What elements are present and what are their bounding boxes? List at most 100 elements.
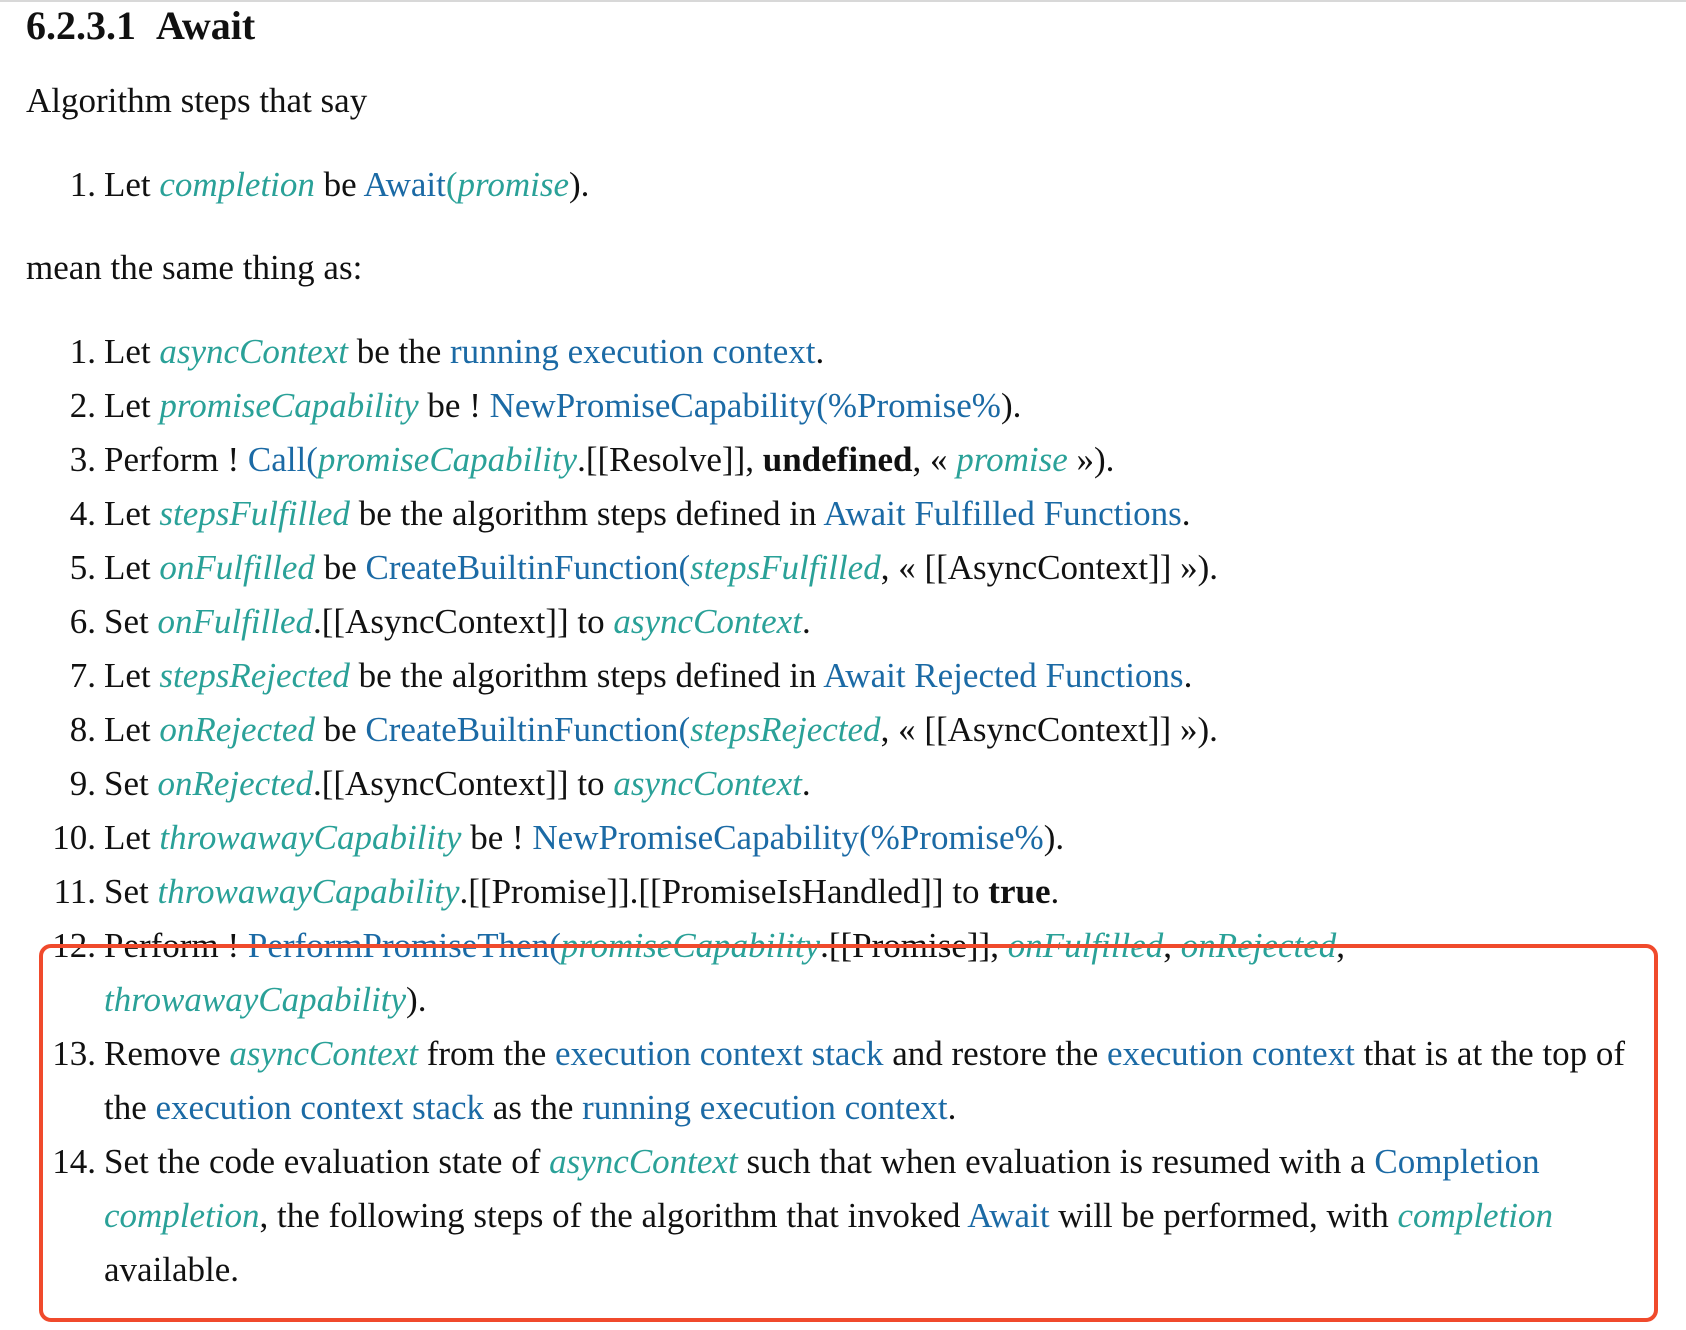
step-text: Let [104, 165, 160, 204]
step-number: 6. [69, 602, 96, 641]
step-text: be the [347, 332, 450, 371]
completion-link[interactable]: Completion [1374, 1142, 1539, 1181]
undefined-value: undefined [762, 440, 913, 479]
new-promise-capability-link[interactable]: NewPromiseCapability [490, 386, 817, 425]
step-6: 6. Set onFulfilled.[[AsyncContext]] to as… [0, 595, 1686, 649]
step-text: as the [484, 1088, 583, 1127]
variable[interactable]: completion [1398, 1196, 1554, 1235]
step-number: 13. [52, 1034, 96, 1073]
step-text: .[[Resolve]], [577, 440, 763, 479]
step-text: be ! [461, 818, 533, 857]
step-text: Let [104, 332, 160, 371]
variable[interactable]: asyncContext [613, 602, 802, 641]
step-text: Let [104, 710, 160, 749]
await-fulfilled-functions-link[interactable]: Await Fulfilled Functions [823, 494, 1181, 533]
call-link[interactable]: Call [248, 440, 306, 479]
step-number: 9. [69, 764, 96, 803]
step-13: 13. Remove asyncContext from the executio… [0, 1027, 1686, 1135]
step-text: from the [417, 1034, 555, 1073]
step-text: , « [[AsyncContext]] »). [880, 710, 1218, 749]
intro-paragraph: Algorithm steps that say [26, 81, 368, 120]
step-number: 3. [69, 440, 96, 479]
variable-completion[interactable]: completion [159, 165, 315, 204]
step-number: 10. [52, 818, 96, 857]
variable[interactable]: stepsFulfilled [690, 548, 881, 587]
step-5: 5. Let onFulfilled be CreateBuiltinFuncti… [0, 541, 1686, 595]
variable[interactable]: asyncContext [229, 1034, 418, 1073]
step-text: ). [406, 980, 427, 1019]
create-builtin-function-link[interactable]: CreateBuiltinFunction [365, 710, 678, 749]
step-text: »). [1067, 440, 1115, 479]
step-number: 12. [52, 926, 96, 965]
variable[interactable]: stepsFulfilled [159, 494, 350, 533]
step-text: ). [569, 165, 590, 204]
variable[interactable]: throwawayCapability [157, 872, 459, 911]
variable[interactable]: onFulfilled [157, 602, 313, 641]
variable[interactable]: promiseCapability [159, 386, 418, 425]
step-text: be [314, 165, 364, 204]
step-text: Let [104, 386, 160, 425]
promise-intrinsic-link[interactable]: %Promise% [828, 386, 1001, 425]
step-3: 3. Perform ! Call(promiseCapability.[[Res… [0, 433, 1686, 487]
step-text: . [1183, 656, 1193, 695]
execution-context-stack-link[interactable]: execution context stack [555, 1034, 883, 1073]
await-link[interactable]: Await [967, 1196, 1049, 1235]
step-text: Let [104, 818, 160, 857]
variable[interactable]: promise [956, 440, 1067, 479]
step-text: and restore the [883, 1034, 1108, 1073]
step-text: , « [912, 440, 957, 479]
execution-context-stack-link[interactable]: execution context stack [156, 1088, 484, 1127]
running-execution-context-link[interactable]: running execution context [582, 1088, 947, 1127]
step-text: .[[Promise]], [820, 926, 1008, 965]
variable[interactable]: promiseCapability [318, 440, 577, 479]
variable[interactable]: asyncContext [613, 764, 802, 803]
variable[interactable]: onRejected [157, 764, 312, 803]
step-12: 12. Perform ! PerformPromiseThen(promiseC… [0, 919, 1686, 1027]
step-4: 4. Let stepsFulfilled be the algorithm st… [0, 487, 1686, 541]
variable[interactable]: stepsRejected [159, 656, 349, 695]
step-text: such that when evaluation is resumed wit… [737, 1142, 1375, 1181]
step-text: Remove [104, 1034, 230, 1073]
step-2: 2. Let promiseCapability be ! NewPromiseC… [0, 379, 1686, 433]
step-text: . [801, 602, 811, 641]
create-builtin-function-link[interactable]: CreateBuiltinFunction [365, 548, 678, 587]
variable[interactable]: onFulfilled [1008, 926, 1164, 965]
variable[interactable]: asyncContext [159, 332, 348, 371]
variable[interactable]: asyncContext [549, 1142, 738, 1181]
variable[interactable]: throwawayCapability [159, 818, 461, 857]
new-promise-capability-link[interactable]: NewPromiseCapability [532, 818, 859, 857]
variable[interactable]: completion [104, 1196, 260, 1235]
variable[interactable]: promiseCapability [561, 926, 820, 965]
true-value: true [988, 872, 1051, 911]
step-number: 8. [69, 710, 96, 749]
variable[interactable]: stepsRejected [690, 710, 880, 749]
await-rejected-functions-link[interactable]: Await Rejected Functions [823, 656, 1183, 695]
variable-promise[interactable]: promise [458, 165, 569, 204]
step-8: 8. Let onRejected be CreateBuiltinFunctio… [0, 703, 1686, 757]
step-number: 1. [69, 165, 96, 204]
short-steps-list: 1. Let completion be Await(promise). [0, 158, 1686, 212]
step-text: . [815, 332, 825, 371]
variable[interactable]: onRejected [159, 710, 314, 749]
step-number: 5. [69, 548, 96, 587]
execution-context-link[interactable]: execution context [1107, 1034, 1355, 1073]
await-steps-list: 1. Let asyncContext be the running execut… [0, 325, 1686, 1297]
step-text: ). [1000, 386, 1022, 425]
await-link[interactable]: Await [364, 165, 446, 204]
step-text: Perform ! [104, 926, 248, 965]
step-text: be [314, 710, 366, 749]
step-number: 14. [52, 1142, 96, 1181]
variable[interactable]: throwawayCapability [104, 980, 406, 1019]
perform-promise-then-link[interactable]: PerformPromiseThen [248, 926, 549, 965]
variable[interactable]: onFulfilled [159, 548, 315, 587]
promise-intrinsic-link[interactable]: %Promise% [871, 818, 1044, 857]
step-text: be the algorithm steps defined in [349, 656, 824, 695]
step-text: . [947, 1088, 957, 1127]
step-text: ). [1043, 818, 1065, 857]
running-execution-context-link[interactable]: running execution context [450, 332, 815, 371]
variable[interactable]: onRejected [1181, 926, 1336, 965]
step-9: 9. Set onRejected.[[AsyncContext]] to asy… [0, 757, 1686, 811]
step-text: Set [104, 602, 158, 641]
paren: ( [678, 548, 691, 587]
step-text: Let [104, 656, 160, 695]
